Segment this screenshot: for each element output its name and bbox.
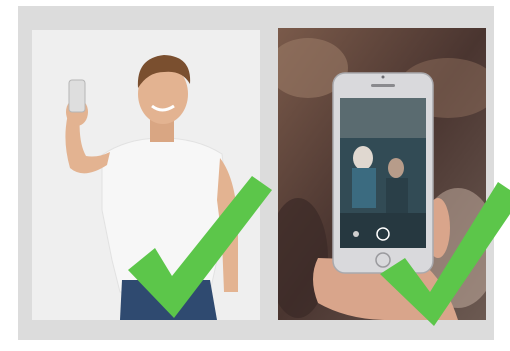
phone-illustration [278,28,486,320]
selfie-photo [32,30,260,320]
phone-photo [278,28,486,320]
selfie-illustration [32,30,260,320]
